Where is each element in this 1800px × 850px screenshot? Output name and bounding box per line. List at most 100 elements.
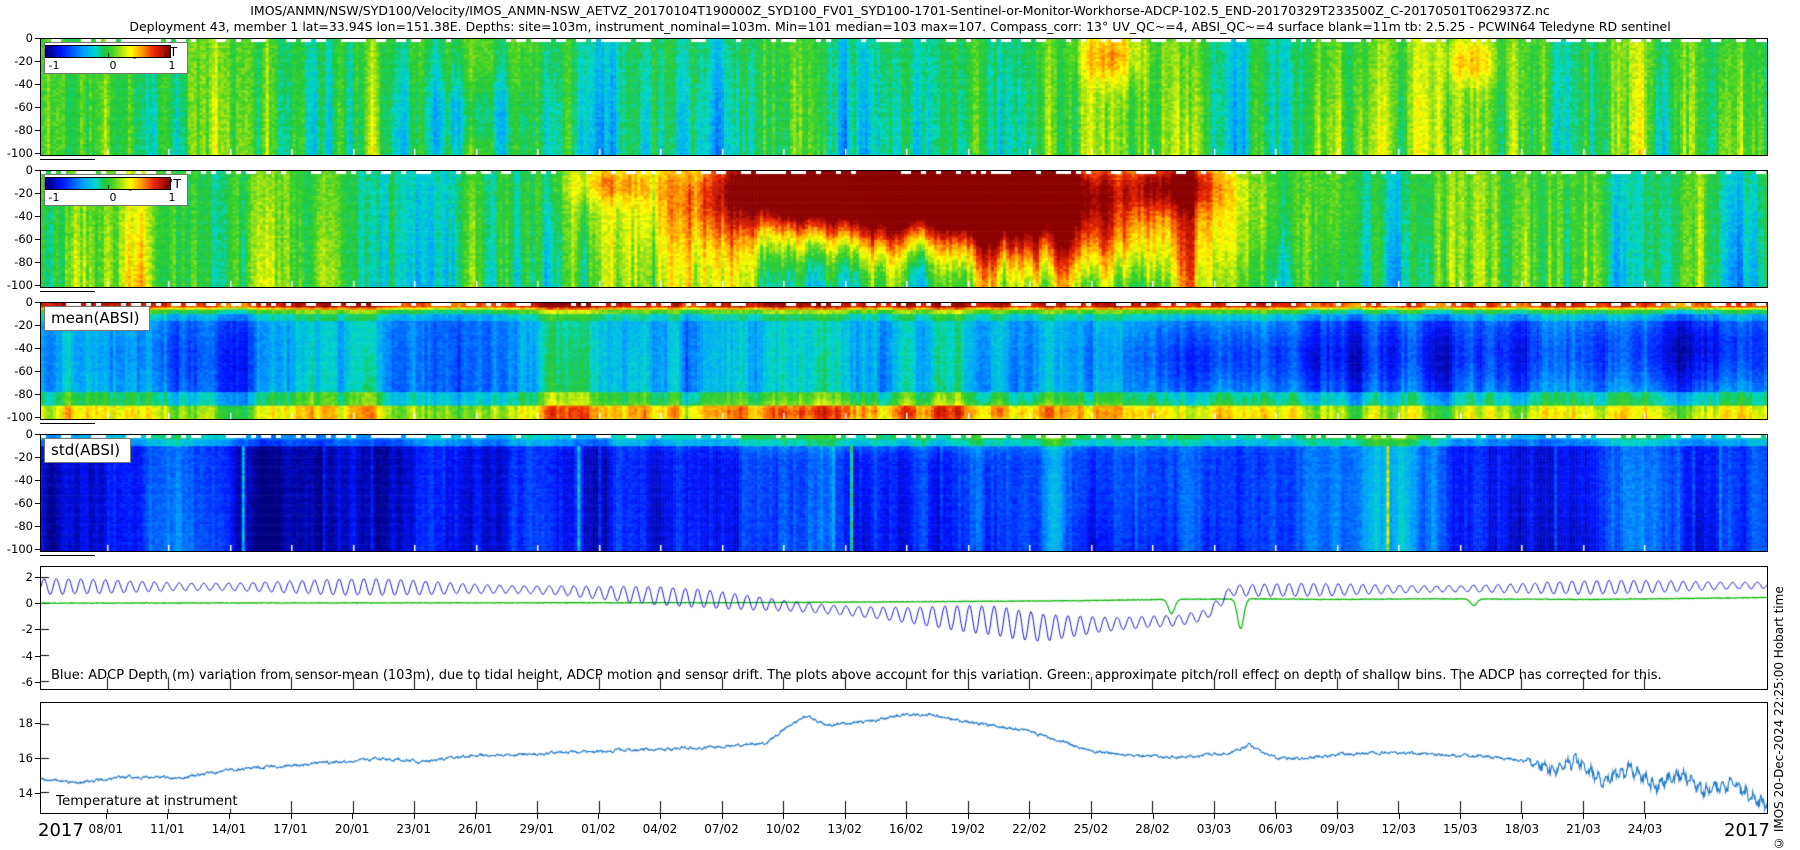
colorbar-tick-label: 0 [110,191,117,204]
y-tick-mark [35,216,40,217]
x-tick-label: 25/02 [1059,822,1123,836]
y-tick-mark [35,130,40,131]
panel-mean-absi: mean(ABSI) [40,302,1768,420]
y-tick-mark [35,38,40,39]
x-tick-label: 19/02 [936,822,1000,836]
y-tick-label: 2 [1,571,33,584]
y-tick-label: -20 [1,451,33,464]
colorbar-tick-label: 1 [169,59,176,72]
y-tick-mark [35,348,40,349]
mean-absi-label: mean(ABSI) [44,306,150,331]
x-tick-label: 11/01 [135,822,199,836]
y-tick-mark [35,153,40,154]
y-tick-label: 0 [1,32,33,45]
x-tick-mark [1276,814,1277,819]
y-tick-label: -6 [1,676,33,689]
y-tick-mark [35,503,40,504]
y-tick-label: 16 [1,752,33,765]
temperature-plot [41,703,1767,813]
x-tick-mark [167,814,168,819]
x-tick-label: 18/03 [1490,822,1554,836]
y-tick-label: -60 [1,365,33,378]
y-tick-mark [35,526,40,527]
x-tick-mark [475,814,476,819]
y-tick-mark [35,107,40,108]
y-tick-label: -40 [1,342,33,355]
x-tick-label: 23/01 [382,822,446,836]
y-tick-label: 0 [1,597,33,610]
y-tick-mark [35,629,40,630]
x-tick-mark [291,814,292,819]
y-tick-label: -4 [1,650,33,663]
panel-std-absi: std(ABSI) [40,434,1768,552]
panel-underline [40,159,95,160]
y-tick-mark [35,302,40,303]
y-tick-label: -2 [1,623,33,636]
x-tick-mark [1460,814,1461,819]
y-tick-label: 14 [1,787,33,800]
copyright-watermark: © IMOS 20-Dec-2024 22:25:00 Hobart time [1772,478,1796,850]
std-absi-heatmap [41,435,1767,551]
y-tick-mark [35,758,40,759]
y-tick-mark [35,394,40,395]
y-tick-label: -40 [1,474,33,487]
y-tick-label: 0 [1,296,33,309]
y-tick-label: 0 [1,164,33,177]
y-tick-mark [35,549,40,550]
colorbar-tick-label: 1 [169,191,176,204]
v-colorbar-ticks: -1 0 1 [45,191,187,205]
y-tick-label: -100 [1,411,33,424]
y-tick-label: 18 [1,717,33,730]
x-tick-label: 03/03 [1182,822,1246,836]
x-tick-label: 07/02 [690,822,754,836]
y-tick-label: -80 [1,124,33,137]
panel-underline [40,291,95,292]
y-tick-mark [35,723,40,724]
x-tick-mark [1583,814,1584,819]
x-tick-label: 10/02 [751,822,815,836]
y-tick-mark [35,577,40,578]
colorbar-tick-label: -1 [49,191,60,204]
y-tick-mark [35,434,40,435]
x-tick-mark [106,814,107,819]
x-axis-year-right: 2017 [1724,820,1770,841]
x-axis-year-left: 2017 [38,820,84,841]
x-tick-label: 26/01 [443,822,507,836]
x-tick-label: 14/01 [197,822,261,836]
y-tick-mark [35,170,40,171]
x-tick-label: 01/02 [566,822,630,836]
y-tick-mark [35,793,40,794]
x-tick-mark [660,814,661,819]
x-tick-label: 21/03 [1551,822,1615,836]
y-tick-label: -100 [1,147,33,160]
panel-u-velocity: U (m/s) along -55°T -101 [40,38,1768,156]
y-tick-label: -100 [1,279,33,292]
u-colorbar-legend: U (m/s) along -55°T -101 [44,42,188,74]
x-tick-label: 13/02 [813,822,877,836]
x-tick-mark [1645,814,1646,819]
x-tick-mark [352,814,353,819]
x-tick-mark [1522,814,1523,819]
y-tick-mark [35,656,40,657]
figure-title: IMOS/ANMN/NSW/SYD100/Velocity/IMOS_ANMN-… [0,3,1800,18]
x-tick-label: 04/02 [628,822,692,836]
x-tick-mark [1399,814,1400,819]
x-tick-mark [1091,814,1092,819]
v-velocity-heatmap [41,171,1767,287]
x-tick-mark [229,814,230,819]
y-tick-label: 0 [1,428,33,441]
x-tick-label: 20/01 [320,822,384,836]
y-tick-label: -100 [1,543,33,556]
y-tick-mark [35,480,40,481]
panel-underline [40,555,95,556]
x-tick-label: 06/03 [1244,822,1308,836]
x-tick-mark [1153,814,1154,819]
y-tick-mark [35,193,40,194]
std-absi-label: std(ABSI) [44,438,131,463]
x-tick-mark [783,814,784,819]
panel-v-velocity: V (m/s) along -145°T -101 [40,170,1768,288]
y-tick-mark [35,682,40,683]
x-tick-label: 17/01 [259,822,323,836]
colorbar-tick-label: -1 [49,59,60,72]
y-tick-mark [35,84,40,85]
